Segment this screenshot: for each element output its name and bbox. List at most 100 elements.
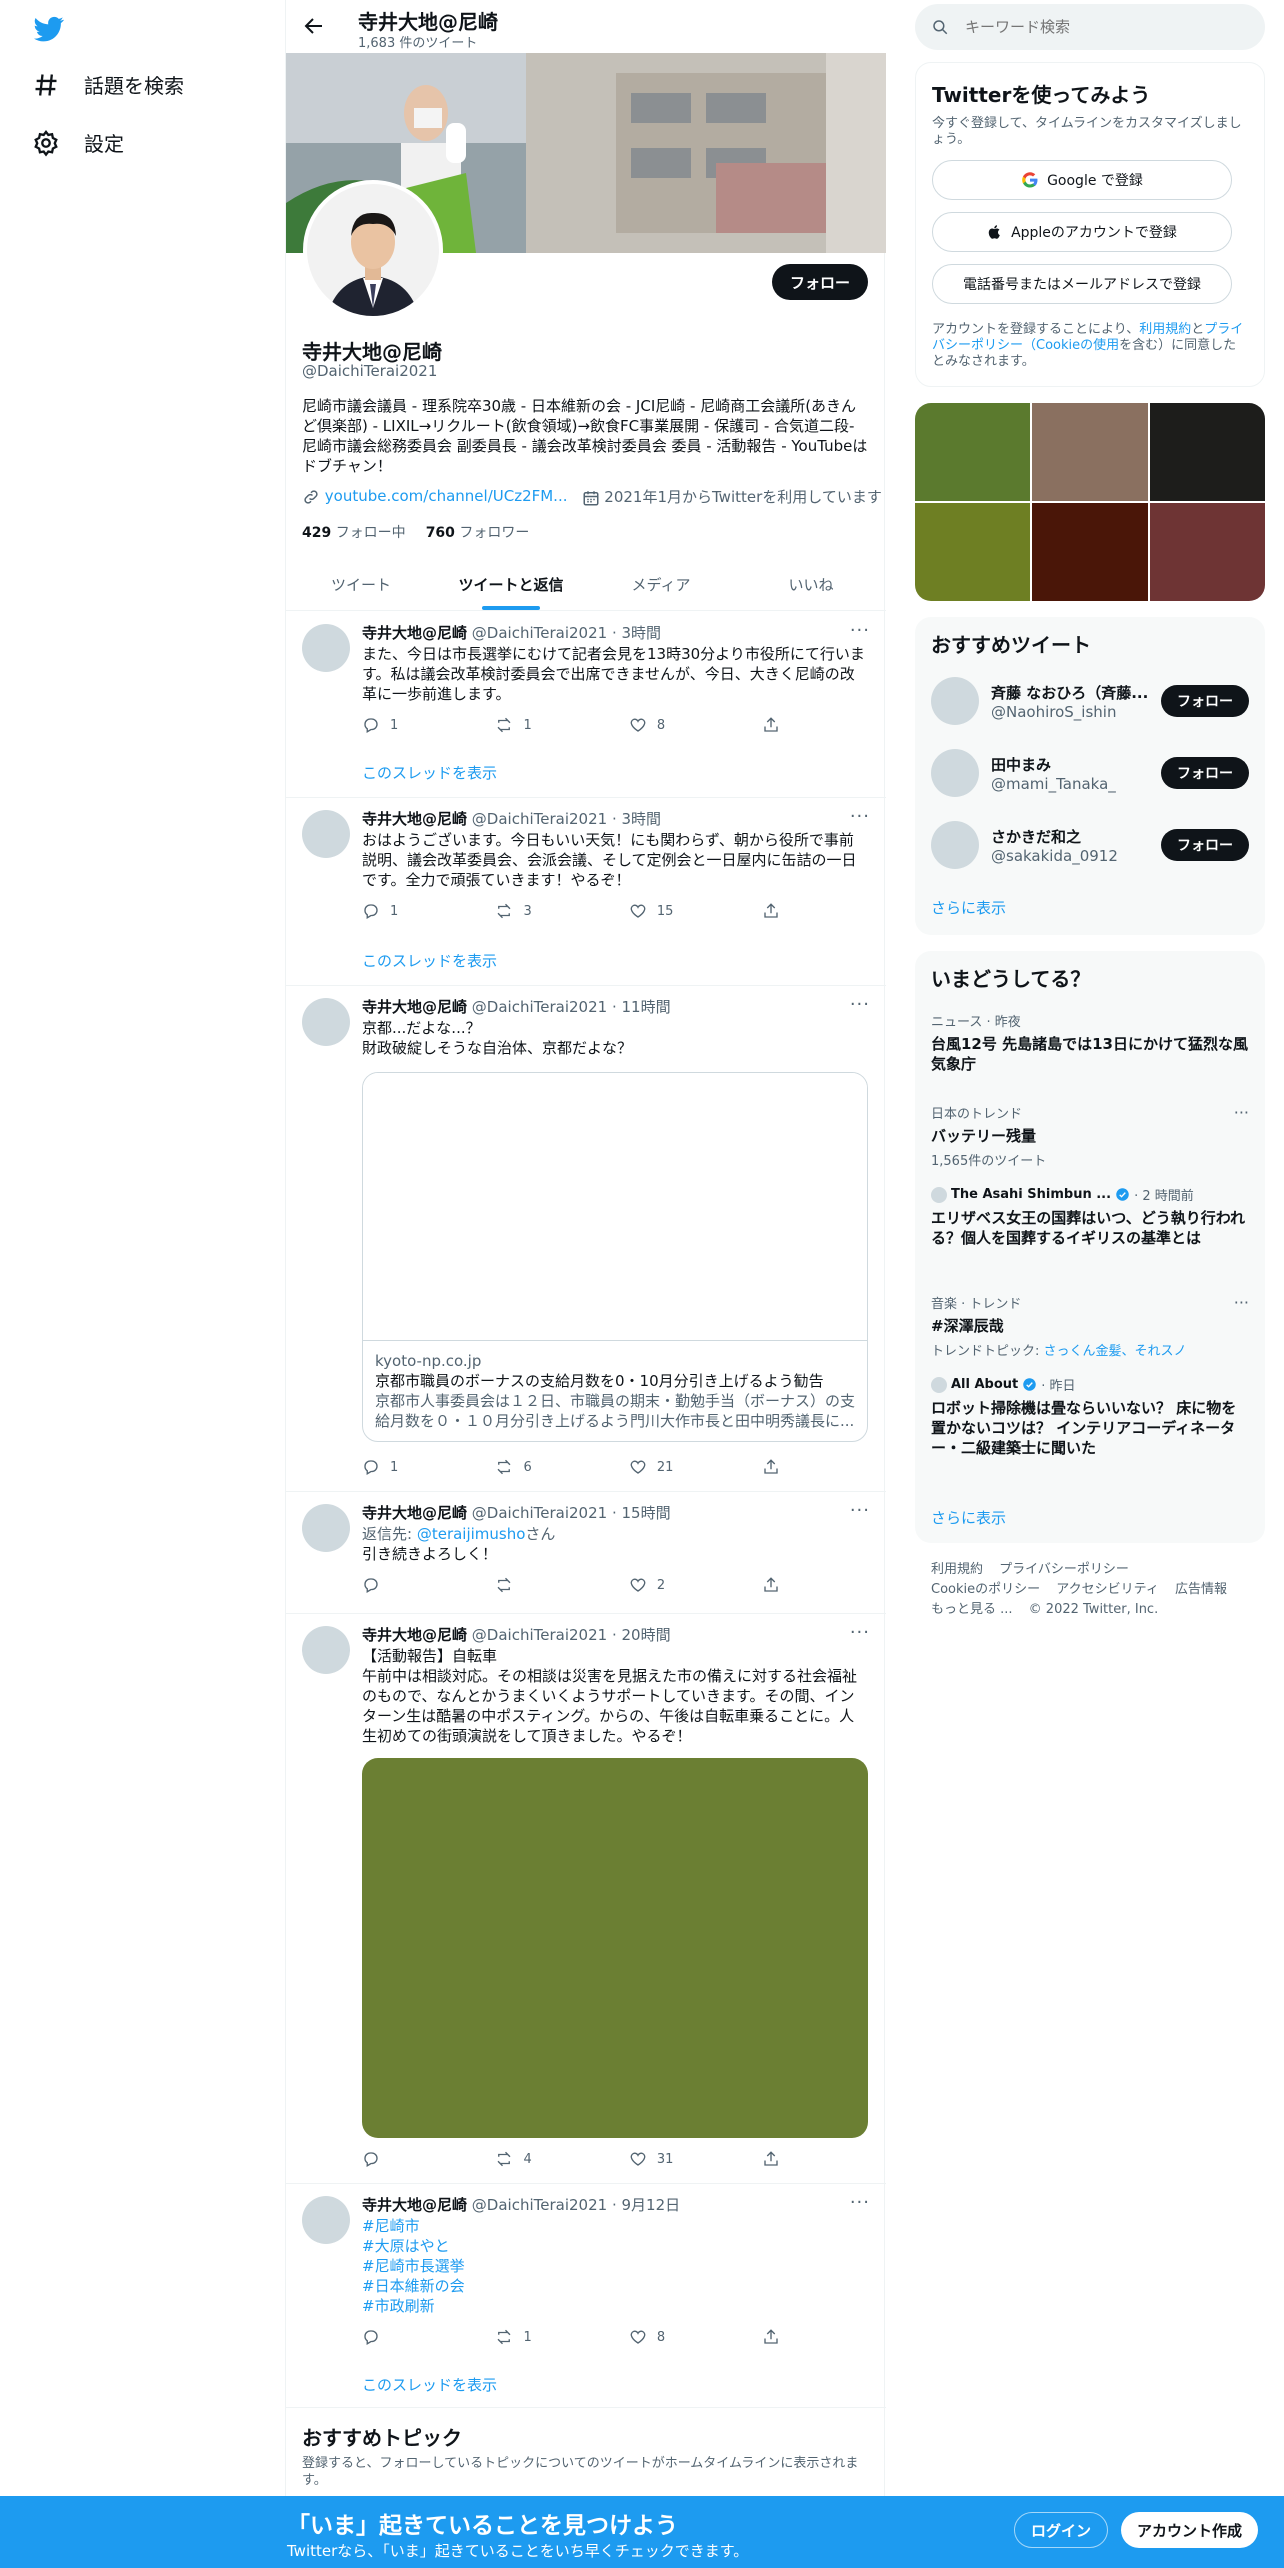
reply-button[interactable] xyxy=(362,2150,495,2168)
tweet-author-name[interactable]: 寺井大地@尼崎 xyxy=(362,2196,467,2214)
share-button[interactable] xyxy=(762,2150,792,2168)
hashtag-link[interactable]: #大原はやと xyxy=(362,2236,868,2256)
twitter-bird-icon[interactable] xyxy=(32,14,66,44)
trend-item[interactable]: All About · 昨日 ロボット掃除機は畳ならいいない？ 床に物を置かない… xyxy=(931,1375,1249,1458)
followers-stat[interactable]: 760 フォロワー xyxy=(426,522,530,542)
retweet-button[interactable]: 1 xyxy=(495,2328,628,2346)
terms-link[interactable]: 利用規約 xyxy=(1139,322,1191,337)
follow-button[interactable]: フォロー xyxy=(1161,757,1249,789)
tweet-author-name[interactable]: 寺井大地@尼崎 xyxy=(362,998,467,1016)
hashtag-link[interactable]: #尼崎市長選挙 xyxy=(362,2256,868,2276)
show-thread-link[interactable]: このスレッドを表示 xyxy=(362,2374,497,2395)
tweet-time[interactable]: 11時間 xyxy=(622,998,671,1016)
trend-item[interactable]: ニュース · 昨夜 台風12号 先島諸島では13日にかけて猛烈な風 気象庁 xyxy=(931,1011,1249,1074)
retweet-button[interactable]: 4 xyxy=(495,2150,628,2168)
avatar[interactable] xyxy=(931,749,979,797)
tweet-avatar[interactable] xyxy=(302,624,350,672)
more-options-icon[interactable]: ··· xyxy=(850,1622,870,1643)
retweet-button[interactable] xyxy=(495,1576,628,1594)
show-thread-link[interactable]: このスレッドを表示 xyxy=(362,762,497,783)
search-box[interactable] xyxy=(915,4,1265,50)
follow-button[interactable]: フォロー xyxy=(1161,829,1249,861)
like-button[interactable]: 8 xyxy=(629,2328,762,2346)
retweet-button[interactable]: 3 xyxy=(495,902,628,920)
hashtag-link[interactable]: #尼崎市 xyxy=(362,2216,868,2236)
share-button[interactable] xyxy=(762,1576,792,1594)
tweet-avatar[interactable] xyxy=(302,810,350,858)
profile-avatar[interactable] xyxy=(303,180,443,320)
tweet-item[interactable]: 寺井大地@尼崎 @DaichiTerai2021 · 20時間 ··· 【活動報… xyxy=(286,1614,886,2184)
share-button[interactable] xyxy=(762,902,792,920)
trend-item[interactable]: 音楽 · トレンド #深澤辰哉 トレンドトピック: さっくん金髪、それスノ ··… xyxy=(931,1293,1249,1359)
retweet-button[interactable]: 1 xyxy=(495,716,628,734)
profile-link-text[interactable]: youtube.com/channel/UCz2FM... xyxy=(325,487,568,505)
tweet-item[interactable]: 寺井大地@尼崎 @DaichiTerai2021 · 11時間 ··· 京都..… xyxy=(286,986,886,1492)
like-button[interactable]: 21 xyxy=(629,1458,762,1476)
reply-button[interactable]: 1 xyxy=(362,1458,495,1476)
tweet-media-image[interactable] xyxy=(362,1758,868,2138)
footer-link[interactable]: アクセシビリティ xyxy=(1056,1582,1159,1597)
reply-to-handle[interactable]: @teraijimusho xyxy=(417,1525,526,1543)
tab-likes[interactable]: いいね xyxy=(736,558,886,610)
google-signup-button[interactable]: Google で登録 xyxy=(932,160,1232,200)
media-thumb[interactable] xyxy=(1032,403,1148,501)
footer-link[interactable]: 広告情報 xyxy=(1175,1582,1227,1597)
hashtag-link[interactable]: #市政刷新 xyxy=(362,2296,868,2316)
more-options-icon[interactable]: ··· xyxy=(1234,1103,1249,1122)
reply-button[interactable] xyxy=(362,1576,495,1594)
like-button[interactable]: 2 xyxy=(629,1576,762,1594)
tweet-item[interactable]: 寺井大地@尼崎 @DaichiTerai2021 · 3時間 ··· また、今日… xyxy=(286,612,886,798)
search-input[interactable] xyxy=(965,18,1225,36)
tweet-time[interactable]: 20時間 xyxy=(622,1626,671,1644)
link-card[interactable]: kyoto-np.co.jp 京都市職員のボーナスの支給月数を0・10月分引き上… xyxy=(362,1072,868,1442)
login-button[interactable]: ログイン xyxy=(1014,2512,1109,2548)
following-stat[interactable]: 429 フォロー中 xyxy=(302,522,406,542)
trend-item[interactable]: The Asahi Shimbun ... · 2 時間前 エリザベス女王の国葬… xyxy=(931,1185,1249,1248)
tab-tweets[interactable]: ツイート xyxy=(286,558,436,610)
share-button[interactable] xyxy=(762,716,792,734)
tweet-item[interactable]: 寺井大地@尼崎 @DaichiTerai2021 · 3時間 ··· おはようご… xyxy=(286,798,886,986)
back-arrow-icon[interactable] xyxy=(302,14,326,38)
tweet-item[interactable]: 寺井大地@尼崎 @DaichiTerai2021 · 15時間 ··· 返信先:… xyxy=(286,1492,886,1614)
more-options-icon[interactable]: ··· xyxy=(850,620,870,641)
tab-media[interactable]: メディア xyxy=(586,558,736,610)
trend-item[interactable]: 日本のトレンド バッテリー残量 1,565件のツイート ··· xyxy=(931,1103,1249,1169)
like-button[interactable]: 15 xyxy=(629,902,762,920)
nav-settings[interactable]: 設定 xyxy=(32,128,124,157)
avatar[interactable] xyxy=(931,677,979,725)
share-button[interactable] xyxy=(762,2328,792,2346)
retweet-button[interactable]: 6 xyxy=(495,1458,628,1476)
tab-tweets-and-replies[interactable]: ツイートと返信 xyxy=(436,558,586,610)
more-options-icon[interactable]: ··· xyxy=(850,994,870,1015)
more-options-icon[interactable]: ··· xyxy=(850,806,870,827)
media-thumb[interactable] xyxy=(1149,503,1265,601)
footer-link[interactable]: もっと見る ... xyxy=(931,1602,1013,1617)
tweet-author-name[interactable]: 寺井大地@尼崎 xyxy=(362,1504,467,1522)
reply-button[interactable] xyxy=(362,2328,495,2346)
signup-button[interactable]: アカウント作成 xyxy=(1121,2512,1259,2548)
tweet-author-name[interactable]: 寺井大地@尼崎 xyxy=(362,810,467,828)
reply-button[interactable]: 1 xyxy=(362,902,495,920)
tweet-avatar[interactable] xyxy=(302,1504,350,1552)
hashtag-link[interactable]: #日本維新の会 xyxy=(362,2276,868,2296)
more-options-icon[interactable]: ··· xyxy=(850,2192,870,2213)
media-thumb[interactable] xyxy=(1149,403,1265,501)
tweet-item[interactable]: 寺井大地@尼崎 @DaichiTerai2021 · 9月12日 ··· #尼崎… xyxy=(286,2184,886,2408)
media-thumb[interactable] xyxy=(915,403,1031,501)
tweet-avatar[interactable] xyxy=(302,1626,350,1674)
like-button[interactable]: 8 xyxy=(629,716,762,734)
recommended-user[interactable]: 田中まみ @mami_Tanaka_ フォロー xyxy=(931,745,1249,801)
like-button[interactable]: 31 xyxy=(629,2150,762,2168)
tweet-time[interactable]: 3時間 xyxy=(622,624,662,642)
trend-related-topics[interactable]: さっくん金髪、それスノ xyxy=(1044,1344,1187,1359)
tweet-author-name[interactable]: 寺井大地@尼崎 xyxy=(362,1626,467,1644)
profile-link[interactable]: youtube.com/channel/UCz2FM... xyxy=(302,487,568,506)
phone-email-signup-button[interactable]: 電話番号またはメールアドレスで登録 xyxy=(932,264,1232,304)
tweet-avatar[interactable] xyxy=(302,998,350,1046)
tweet-avatar[interactable] xyxy=(302,2196,350,2244)
reply-button[interactable]: 1 xyxy=(362,716,495,734)
follow-button[interactable]: フォロー xyxy=(1161,685,1249,717)
footer-link[interactable]: 利用規約 xyxy=(931,1562,983,1577)
show-more-link[interactable]: さらに表示 xyxy=(931,897,1006,918)
more-options-icon[interactable]: ··· xyxy=(850,1500,870,1521)
